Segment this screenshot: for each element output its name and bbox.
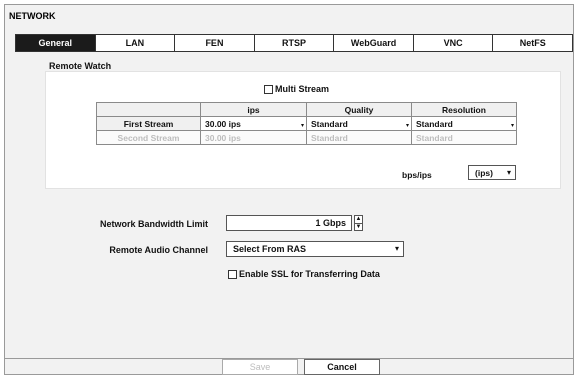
remote-watch-panel: Multi Stream ips Quality Resolution Firs… xyxy=(45,71,561,189)
table-row: Second Stream 30.00 ips Standard Standar… xyxy=(96,130,517,145)
checkbox-icon[interactable] xyxy=(228,269,237,279)
remote-audio-select[interactable]: Select From RAS ▾ xyxy=(226,241,404,257)
bps-ips-value: (ips) xyxy=(475,167,493,178)
tab-webguard[interactable]: WebGuard xyxy=(333,35,413,51)
second-stream-ips-select: 30.00 ips xyxy=(200,130,307,145)
remote-audio-label: Remote Audio Channel xyxy=(109,245,208,255)
multi-stream-option[interactable]: Multi Stream xyxy=(264,84,329,94)
tab-general[interactable]: General xyxy=(16,35,95,51)
table-header-row: ips Quality Resolution xyxy=(96,102,517,117)
tab-netfs[interactable]: NetFS xyxy=(492,35,573,51)
table-row: First Stream 30.00 ips ▾ Standard ▾ Standa… xyxy=(96,116,517,131)
first-stream-quality-select[interactable]: Standard ▾ xyxy=(306,116,412,131)
first-stream-ips-value: 30.00 ips xyxy=(205,118,241,129)
tab-bar: General LAN FEN RTSP WebGuard VNC NetFS xyxy=(15,34,573,52)
spinner-arrows-icon[interactable]: ▲ ▼ xyxy=(354,215,363,231)
first-stream-resolution-select[interactable]: Standard ▾ xyxy=(411,116,517,131)
bandwidth-limit-label: Network Bandwidth Limit xyxy=(100,219,208,229)
second-stream-resolution-select: Standard xyxy=(411,130,517,145)
column-header-ips: ips xyxy=(200,102,307,117)
remote-audio-value: Select From RAS xyxy=(233,244,307,254)
enable-ssl-option[interactable]: Enable SSL for Transferring Data xyxy=(228,269,380,279)
bps-ips-select[interactable]: (ips) ▾ xyxy=(468,165,516,180)
first-stream-resolution-value: Standard xyxy=(416,118,453,129)
tab-fen[interactable]: FEN xyxy=(174,35,254,51)
bps-ips-label: bps/ips xyxy=(402,170,432,180)
column-header-resolution: Resolution xyxy=(411,102,517,117)
remote-watch-label: Remote Watch xyxy=(49,61,112,71)
cancel-button[interactable]: Cancel xyxy=(304,359,380,375)
spinner-down-icon[interactable]: ▼ xyxy=(355,224,362,231)
tab-lan[interactable]: LAN xyxy=(94,35,175,51)
tab-rtsp[interactable]: RTSP xyxy=(253,35,334,51)
checkbox-icon[interactable] xyxy=(264,84,273,94)
bandwidth-limit-input[interactable]: 1 Gbps xyxy=(226,215,352,231)
first-stream-quality-value: Standard xyxy=(311,118,348,129)
multi-stream-label: Multi Stream xyxy=(275,84,330,94)
column-header-quality: Quality xyxy=(306,102,412,117)
tab-vnc[interactable]: VNC xyxy=(412,35,493,51)
stream-table: ips Quality Resolution First Stream 30.0… xyxy=(96,102,517,145)
row-label-second-stream: Second Stream xyxy=(96,130,201,145)
first-stream-ips-select[interactable]: 30.00 ips ▾ xyxy=(200,116,307,131)
window-title: NETWORK xyxy=(9,11,56,21)
chevron-down-icon: ▾ xyxy=(506,168,511,177)
spinner-up-icon[interactable]: ▲ xyxy=(355,216,362,224)
network-window: NETWORK General LAN FEN RTSP WebGuard VN… xyxy=(4,4,574,375)
save-button[interactable]: Save xyxy=(222,359,298,375)
second-stream-quality-select: Standard xyxy=(306,130,412,145)
row-label-first-stream: First Stream xyxy=(96,116,201,131)
chevron-down-icon: ▾ xyxy=(300,123,304,129)
chevron-down-icon: ▾ xyxy=(394,244,399,253)
table-corner-cell xyxy=(96,102,201,117)
chevron-down-icon: ▾ xyxy=(510,123,514,129)
chevron-down-icon: ▾ xyxy=(405,123,409,129)
enable-ssl-label: Enable SSL for Transferring Data xyxy=(239,269,380,279)
